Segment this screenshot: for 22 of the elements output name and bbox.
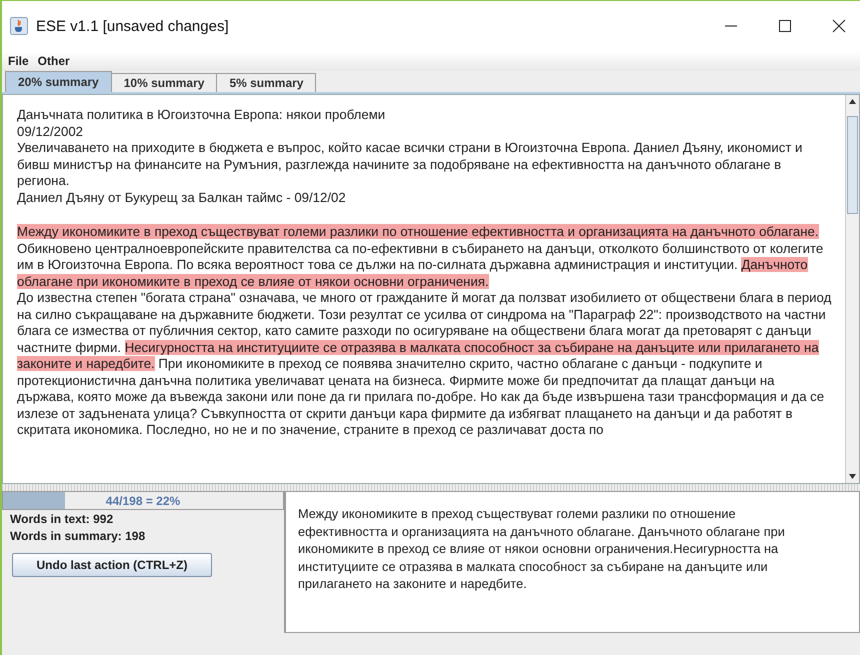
text-paragraph: Между икономиките в преход съществуват големи разлики по отношение ефективността и организацията на данъчното облагане. Обикновено централноевропейските правителства са по-ефективни в събирането на данъци, отколкото болшинството от колегите им в Югоизточна Европа. По всяка вероятност това се дължи на по-силната държавна администрация и институции. Данъчното облагане при икономиките в преход се влияе от някои основни ограничения. xyxy=(17,224,824,290)
summary-text: Между икономиките в преход съществуват големи разлики по отношение ефективността и организацията на данъчното облагане. Данъчното облагане при икономиките в преход се влияе от някои основни ограничения.Несигурността на институциите се отразява в малката способност за събиране на данъците или прилагането на законите и наредбите. xyxy=(298,505,786,592)
text-line: Данъчната политика в Югоизточна Европа: някои проблеми xyxy=(17,107,386,124)
undo-button[interactable]: Undo last action (CTRL+Z) xyxy=(12,553,212,577)
menu-item[interactable]: Other xyxy=(38,54,70,68)
vertical-scrollbar[interactable] xyxy=(845,95,859,483)
text-line: 09/12/2002 xyxy=(17,124,84,140)
tab[interactable]: 20% summary xyxy=(5,71,112,92)
text-paragraph: До известна степен "богата страна" означава, че много от гражданите й могат да ползват изобилието от обществени блага в период на силно съкращаване на държавните бюджети. Този резултат се усилва от синдрома на "Параграф 22": производството на частни блага се измества от публичния сектор, като самите разходи по осигуряване на обществени блага могат да претоварят с данъци частните фирми. Несигурността на институциите се отразява в малката способност за събиране на данъците или прилагането на законите и наредбите. При икономиките в преход се появява значително скрито, частно облагане с данъци - подкупите и протекционистична данъчна политика увеличават цената на бизнеса. Фирмите може би предпочитат да плащат данъци на държава, която може да въвежда закони или поне да ги прилага по-добре. Но как да бъде извършена тази трансформация и да се излезе от задънената улица? Съвкупността от скрити данъци кара фирмите да избягват плащането на данъци и да работят в скритата икономика. Последно, но не и по значение, страните в преход се различават доста по xyxy=(17,290,832,438)
java-cup-icon xyxy=(10,17,28,35)
scroll-thumb[interactable] xyxy=(847,116,858,214)
progress-label: 44/198 = 22% xyxy=(106,494,180,508)
maximize-icon[interactable] xyxy=(778,19,792,33)
menu-item[interactable]: File xyxy=(8,54,29,68)
tab[interactable]: 10% summary xyxy=(110,73,218,92)
window-title: ESE v1.1 [unsaved changes] xyxy=(36,18,229,34)
text-line: Увеличаването на приходите в бюджета е въпрос, който касае всички страни в Югоизточна Европа. Даниел Дъяну, икономист и бивш министър на финансите на Румъния, разглежда начините за подобряване на ефективността на данъчното облагане в региона. xyxy=(17,140,804,190)
words-in-summary: Words in summary: 198 xyxy=(9,529,146,544)
text-line: Даниел Дъяну от Букурещ за Балкан таймс - 09/12/02 xyxy=(17,190,347,206)
close-icon[interactable] xyxy=(832,19,846,33)
words-in-text: Words in text: 992 xyxy=(9,512,114,527)
tab[interactable]: 5% summary xyxy=(216,73,316,92)
